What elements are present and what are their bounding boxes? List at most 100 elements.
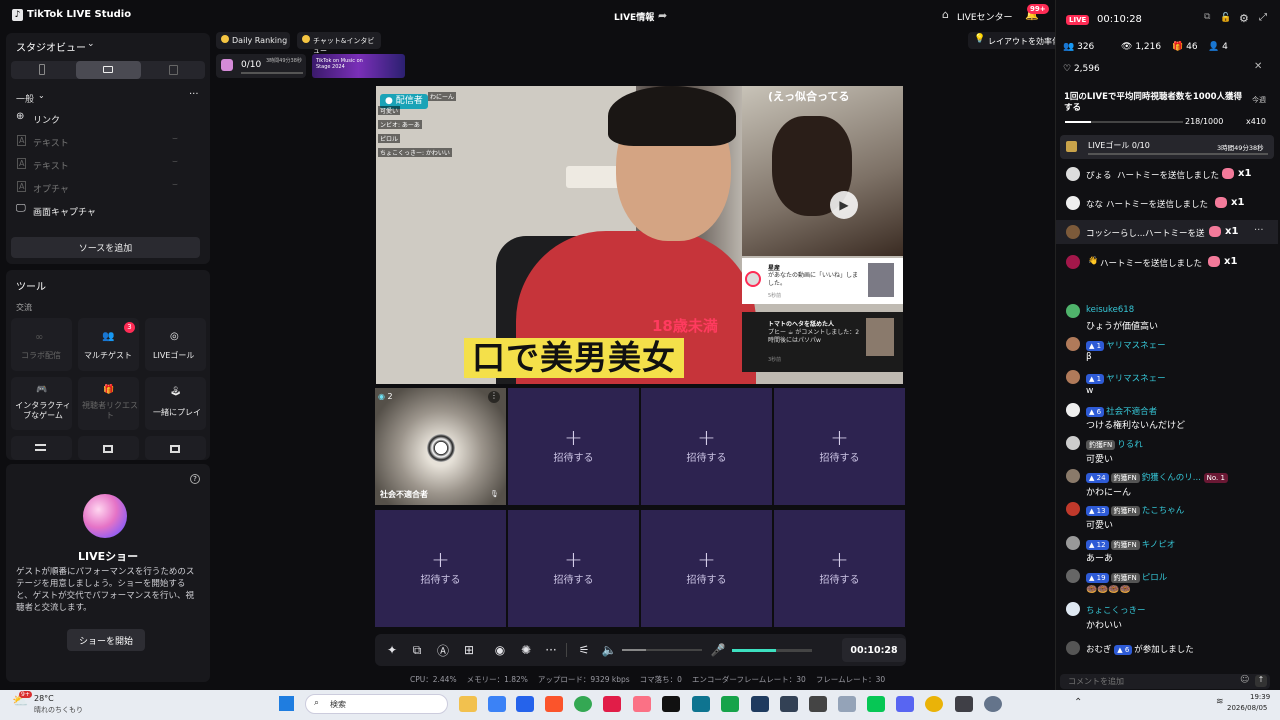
portrait-view-button[interactable] bbox=[39, 64, 45, 75]
app-icon[interactable] bbox=[838, 696, 856, 712]
live-goal-card[interactable]: LIVEゴール 0/10 3時間49分38秒 bbox=[1060, 135, 1274, 159]
source-text-2[interactable]: テキスト bbox=[33, 159, 69, 172]
app-icon[interactable] bbox=[603, 696, 621, 712]
guest-more-icon[interactable]: ⋮ bbox=[488, 391, 500, 403]
eye-off-icon[interactable]: ⌣ bbox=[172, 134, 178, 144]
more-icon[interactable]: ··· bbox=[189, 89, 199, 100]
music-stage-banner[interactable]: TikTok on Music on Stage 2024 bbox=[312, 54, 405, 78]
tool-button-row3[interactable] bbox=[78, 436, 139, 460]
invite-slot[interactable]: + 招待する bbox=[641, 388, 772, 505]
clock-time[interactable]: 19:39 bbox=[1250, 693, 1270, 701]
host-video[interactable]: ● 配信者 わにーん 可愛い ンビオ: あーあ ピロル ちょこくっきー: かわい… bbox=[376, 86, 903, 384]
eye-off-icon[interactable]: ⌣ bbox=[172, 157, 178, 167]
source-screen-capture[interactable]: 画面キャプチャ bbox=[33, 205, 96, 218]
play-icon[interactable]: ▶ bbox=[830, 191, 858, 219]
clock-date[interactable]: 2026/08/05 bbox=[1227, 704, 1267, 712]
more-icon[interactable]: ··· bbox=[1254, 225, 1264, 236]
app-icon[interactable] bbox=[516, 696, 534, 712]
tool-button-row3[interactable] bbox=[11, 436, 72, 460]
chevron-down-icon[interactable]: ⌄ bbox=[38, 91, 45, 100]
app-icon[interactable] bbox=[692, 696, 710, 712]
effects-icon[interactable]: ✺ bbox=[517, 643, 535, 657]
source-link[interactable]: リンク bbox=[33, 113, 60, 126]
viewer-request-button[interactable]: 🎁 視聴者リクエスト bbox=[78, 377, 139, 430]
heart-event[interactable]: コッシーらし... ハートミーを送信しました x1 ··· bbox=[1056, 220, 1278, 244]
microphone-icon[interactable]: 🎤 bbox=[709, 643, 727, 657]
app-icon[interactable] bbox=[809, 696, 827, 712]
line-icon[interactable] bbox=[867, 696, 885, 712]
invite-slot[interactable]: + 招待する bbox=[641, 510, 772, 627]
invite-slot[interactable]: + 招待する bbox=[774, 388, 905, 505]
tool-button-row3[interactable] bbox=[145, 436, 206, 460]
speaker-icon[interactable]: 🔈 bbox=[600, 643, 618, 657]
daily-ranking-chip[interactable]: Daily Ranking bbox=[216, 32, 290, 49]
app-icon[interactable] bbox=[925, 696, 943, 712]
add-scene-icon[interactable]: ⊞ bbox=[460, 643, 478, 657]
taskbar-search[interactable]: ⌕ 検索 bbox=[305, 694, 448, 714]
interactive-games-button[interactable]: 🎮 インタラクティブなゲーム bbox=[11, 377, 72, 430]
discord-icon[interactable] bbox=[896, 696, 914, 712]
collab-live-button[interactable]: ∞ コラボ配信 bbox=[11, 318, 72, 371]
gear-icon[interactable]: ⚙ bbox=[1239, 12, 1249, 25]
home-icon[interactable]: ⌂ bbox=[942, 8, 949, 21]
general-label[interactable]: 一般 bbox=[16, 92, 34, 105]
studio-view-title[interactable]: スタジオビュー bbox=[16, 39, 86, 54]
capture-icon[interactable]: ⧉ bbox=[408, 643, 426, 657]
rotate-view-button[interactable] bbox=[169, 65, 178, 75]
ai-icon[interactable]: Ⓐ bbox=[434, 643, 452, 658]
chat-interview-chip[interactable]: チャット&インタビュー bbox=[297, 32, 381, 55]
settings-sliders-icon[interactable]: ⚟ bbox=[575, 643, 593, 657]
comment-text: かわいい bbox=[1086, 621, 1123, 631]
invite-slot[interactable]: + 招待する bbox=[774, 510, 905, 627]
chevron-down-icon[interactable]: ⌄ bbox=[87, 39, 95, 49]
settings-icon[interactable] bbox=[984, 696, 1002, 712]
multi-guest-button[interactable]: 👥 3 マルチゲスト bbox=[78, 318, 139, 371]
fps-stat: フレームレート：30 bbox=[815, 675, 886, 684]
source-opchat[interactable]: オプチャ bbox=[33, 182, 69, 195]
add-source-button[interactable]: ソースを追加 bbox=[11, 237, 200, 258]
live-center-link[interactable]: LIVEセンター bbox=[957, 10, 1013, 23]
copilot-icon[interactable] bbox=[488, 696, 506, 712]
mic-level-slider[interactable] bbox=[732, 649, 812, 652]
app-icon[interactable] bbox=[721, 696, 739, 712]
lock-icon[interactable]: 🔓 bbox=[1220, 13, 1231, 23]
close-icon[interactable]: ✕ bbox=[1254, 61, 1262, 72]
play-together-button[interactable]: 🕹 一緒にプレイ bbox=[145, 377, 206, 430]
app-icon[interactable] bbox=[955, 696, 973, 712]
notification-card[interactable]: 星産 があなたの動画に「いいね」しました。 5秒前 bbox=[742, 258, 903, 304]
notification-card[interactable]: トマトのヘタを舐めた人 プヒー ☕ がコメントしました：2時間後にはパソパw 3… bbox=[742, 312, 903, 372]
guest-video[interactable]: ◉ 2 ⋮ 社会不適合者 🎙 bbox=[375, 388, 506, 505]
comment-input[interactable]: コメントを追加 ☺ ↑ bbox=[1060, 674, 1270, 689]
app-icon[interactable] bbox=[751, 696, 769, 712]
wifi-icon[interactable]: ≋ bbox=[1216, 697, 1224, 707]
help-icon[interactable]: ? bbox=[190, 474, 200, 484]
volume-slider[interactable] bbox=[622, 649, 702, 651]
live-goal-button[interactable]: ◎ LIVEゴール bbox=[145, 318, 206, 371]
invite-slot[interactable]: + 招待する bbox=[508, 510, 639, 627]
windows-start-icon[interactable] bbox=[279, 696, 294, 711]
more-icon[interactable]: ··· bbox=[542, 643, 560, 657]
invite-slot[interactable]: + 招待する bbox=[508, 388, 639, 505]
expand-icon[interactable]: ⤢ bbox=[1259, 12, 1267, 23]
tiktok-icon[interactable] bbox=[662, 696, 680, 712]
minimize-icon[interactable]: ⧉ bbox=[1204, 12, 1210, 22]
record-icon[interactable]: ◉ bbox=[491, 643, 509, 657]
file-explorer-icon[interactable] bbox=[459, 696, 477, 712]
send-icon[interactable]: ↑ bbox=[1255, 675, 1267, 687]
chevron-up-icon[interactable]: ⌃ bbox=[1074, 697, 1082, 708]
dog-video-clip[interactable]: (えっ似合ってる ▶ bbox=[742, 86, 903, 256]
chrome-icon[interactable] bbox=[574, 696, 592, 712]
brave-icon[interactable] bbox=[545, 696, 563, 712]
app-icon[interactable] bbox=[780, 696, 798, 712]
share-icon[interactable]: ➦ bbox=[658, 9, 667, 22]
start-show-button[interactable]: ショーを開始 bbox=[67, 629, 145, 651]
magic-wand-icon[interactable]: ✦ bbox=[383, 643, 401, 657]
app-icon[interactable] bbox=[633, 696, 651, 712]
invite-slot[interactable]: + 招待する bbox=[375, 510, 506, 627]
emoji-icon[interactable]: ☺ bbox=[1240, 675, 1249, 685]
layout-tip-chip[interactable]: 💡 レイアウトを効率化 bbox=[968, 32, 1058, 49]
goal-progress-chip[interactable]: 0/10 3時間49分38秒 bbox=[216, 54, 306, 78]
source-text-1[interactable]: テキスト bbox=[33, 136, 69, 149]
live-info-title[interactable]: LIVE情報 bbox=[614, 10, 654, 23]
eye-off-icon[interactable]: ⌣ bbox=[172, 180, 178, 190]
